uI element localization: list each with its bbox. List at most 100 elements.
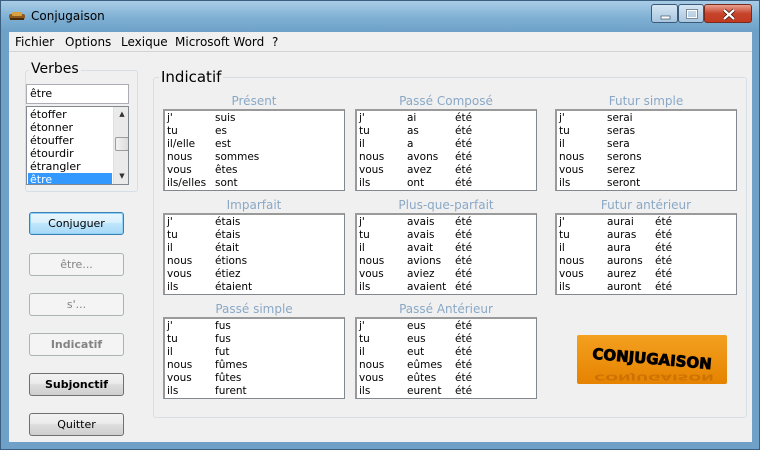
verb-form: eûtes xyxy=(407,372,437,384)
pronoun: ils xyxy=(167,385,179,397)
participle: été xyxy=(455,385,473,397)
pronoun: il xyxy=(359,138,365,150)
quitter-button[interactable]: Quitter xyxy=(29,413,124,436)
verb-form: fut xyxy=(215,346,230,358)
list-item[interactable]: étouffer xyxy=(28,134,112,147)
mode-label: Indicatif xyxy=(159,68,224,86)
pronoun: vous xyxy=(167,164,192,176)
verb-form: serai xyxy=(607,112,633,124)
menu-help[interactable]: ? xyxy=(272,35,278,49)
indicatif-button[interactable]: Indicatif xyxy=(29,333,124,356)
verb-search-input[interactable]: être xyxy=(26,84,129,104)
tense-title: Passé simple xyxy=(215,302,293,316)
participle: été xyxy=(455,281,473,293)
participle: été xyxy=(455,268,473,280)
pronoun: ils xyxy=(359,385,371,397)
title-bar[interactable]: Conjugaison xyxy=(1,1,759,31)
etre-button[interactable]: être... xyxy=(29,253,124,276)
verb-form: étais xyxy=(215,216,241,228)
tense-title: Plus-que-parfait xyxy=(398,198,494,212)
pronoun: vous xyxy=(359,268,384,280)
participle: été xyxy=(455,255,473,267)
tense-box: j' étais tu étais il était nous étions vous étiez… xyxy=(163,213,345,295)
list-scrollbar[interactable]: ▲ ▼ xyxy=(113,107,128,184)
verb-form: eus xyxy=(407,333,426,345)
list-item[interactable]: étrangler xyxy=(28,160,112,173)
tense-box: j' fus tu fus il fut nous fûmes vous fûtes ils fure… xyxy=(163,317,345,399)
pronoun: il/elle xyxy=(167,138,196,150)
verb-form: fus xyxy=(215,320,231,332)
pronoun: j' xyxy=(559,112,565,124)
scroll-thumb[interactable] xyxy=(115,137,128,151)
menu-options[interactable]: Options xyxy=(65,35,111,49)
pronoun: nous xyxy=(559,255,585,267)
verb-form: étaient xyxy=(215,281,253,293)
pronoun: vous xyxy=(359,164,384,176)
pronoun: j' xyxy=(167,112,173,124)
pronoun: nous xyxy=(359,151,385,163)
pronoun: vous xyxy=(167,372,192,384)
verb-form: êtes xyxy=(215,164,238,176)
pronoun: j' xyxy=(559,216,565,228)
pronoun: tu xyxy=(167,333,178,345)
verb-form: ai xyxy=(407,112,417,124)
list-item-selected[interactable]: être xyxy=(28,173,112,184)
menu-bar: Fichier Options Lexique Microsoft Word ? xyxy=(9,32,752,52)
maximize-button[interactable] xyxy=(678,4,704,23)
scroll-down-icon[interactable]: ▼ xyxy=(114,169,128,184)
pronoun: j' xyxy=(359,216,365,228)
participle: été xyxy=(455,138,473,150)
verb-form: aviez xyxy=(407,268,435,280)
verb-form: étais xyxy=(215,229,241,241)
list-item[interactable]: étoffer xyxy=(28,108,112,121)
tense-title: Futur antérieur xyxy=(600,198,692,212)
pronoun: tu xyxy=(167,125,178,137)
menu-microsoft-word[interactable]: Microsoft Word xyxy=(175,35,264,49)
verb-form: eut xyxy=(407,346,425,358)
pronoun: il xyxy=(167,242,173,254)
scroll-up-icon[interactable]: ▲ xyxy=(114,107,128,122)
pronoun: tu xyxy=(559,125,570,137)
pronoun: il xyxy=(167,346,173,358)
participle: été xyxy=(455,177,473,189)
verb-form: fûmes xyxy=(215,359,248,371)
verb-form: est xyxy=(215,138,232,150)
pronoun: ils xyxy=(359,177,371,189)
verb-form: aurons xyxy=(607,255,643,267)
pronoun: tu xyxy=(359,333,370,345)
conjugaison-logo: CONJUGAISON CONJUGAISON xyxy=(577,335,727,384)
pronoun: nous xyxy=(359,359,385,371)
verb-form: fus xyxy=(215,333,231,345)
close-button[interactable] xyxy=(704,4,752,23)
menu-fichier[interactable]: Fichier xyxy=(15,35,54,49)
minimize-button[interactable] xyxy=(651,4,678,23)
subjonctif-button[interactable]: Subjonctif xyxy=(29,373,124,396)
s-button[interactable]: s'... xyxy=(29,293,124,316)
pronoun: ils xyxy=(559,281,571,293)
list-item[interactable]: étourdir xyxy=(28,147,112,160)
conjuguer-button[interactable]: Conjuguer xyxy=(29,212,124,235)
pronoun: j' xyxy=(167,320,173,332)
tense-title: Futur simple xyxy=(608,94,684,108)
tense-title: Imparfait xyxy=(226,198,282,212)
menu-lexique[interactable]: Lexique xyxy=(121,35,168,49)
tense-box: j' suis tu es il/elle est nous sommes vous êtes il… xyxy=(163,109,345,191)
participle: été xyxy=(455,164,473,176)
verb-listbox[interactable]: étoffer étonner étouffer étourdir étrang… xyxy=(26,106,129,185)
list-item[interactable]: étonner xyxy=(28,121,112,134)
verb-form: sera xyxy=(607,138,630,150)
verb-form: était xyxy=(215,242,240,254)
verb-form: seront xyxy=(607,177,641,189)
participle: été xyxy=(455,372,473,384)
pronoun: nous xyxy=(359,255,385,267)
verb-form: avais xyxy=(407,216,435,228)
participle: été xyxy=(655,281,673,293)
participle: été xyxy=(455,125,473,137)
pronoun: vous xyxy=(359,372,384,384)
tense-box: j' eus été tu eus été il eut été nous eûmes été vous… xyxy=(355,317,537,399)
verb-form: eûmes xyxy=(407,359,443,371)
pronoun: vous xyxy=(559,164,584,176)
tense-title: Présent xyxy=(231,94,277,108)
pronoun: vous xyxy=(167,268,192,280)
verbes-label: Verbes xyxy=(29,61,81,77)
